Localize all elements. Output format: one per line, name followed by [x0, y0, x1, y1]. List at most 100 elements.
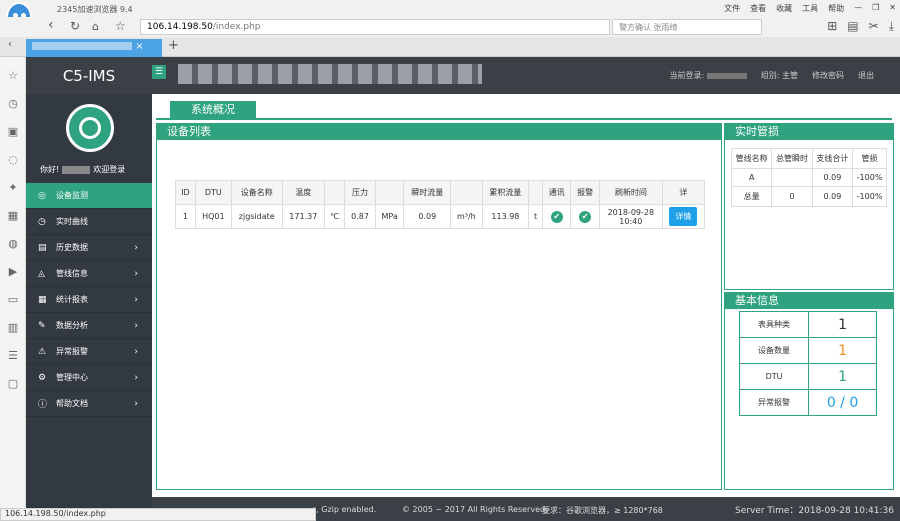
favorites-icon[interactable]: ☆ — [5, 69, 21, 83]
sidebar-item-label: 统计报表 — [56, 295, 88, 304]
download-icon[interactable]: ⤓ — [889, 19, 894, 34]
url-input[interactable]: 106.14.198.50/index.php — [140, 19, 610, 35]
news-icon[interactable]: ▣ — [5, 125, 21, 139]
tab-close-icon[interactable]: × — [135, 41, 143, 52]
chevron-right-icon: › — [134, 242, 138, 253]
notes-icon[interactable]: ☰ — [5, 349, 21, 363]
cell-pressure: 0.87 — [344, 204, 376, 229]
col-header: 报警 — [570, 180, 600, 205]
comm-ok-icon: ✔ — [550, 210, 563, 223]
star-icon[interactable]: ☆ — [115, 19, 126, 33]
tab-overview[interactable]: 系统概况 — [170, 101, 256, 119]
menu-file[interactable]: 文件 — [724, 3, 740, 14]
calendar-icon[interactable]: ▦ — [5, 209, 21, 223]
time-date: 2018-09-28 — [607, 207, 655, 217]
sidebar-item-analysis[interactable]: ✎ 数据分析 › — [26, 313, 152, 339]
info-value: 1 — [808, 337, 877, 364]
cell: 0.09 — [811, 168, 854, 187]
system-title-redacted — [178, 64, 482, 84]
cut-icon[interactable]: ✂ — [869, 19, 879, 34]
chevron-right-icon: › — [134, 268, 138, 279]
menu-view[interactable]: 查看 — [750, 3, 766, 14]
menu-favorites[interactable]: 收藏 — [776, 3, 792, 14]
info-icon: ⓘ — [38, 400, 48, 410]
clock-icon: ◷ — [38, 216, 46, 227]
sidebar-item-device-monitor[interactable]: ◎ 设备监测 — [26, 183, 152, 209]
table-row: DTU 1 — [738, 363, 877, 390]
game-icon[interactable]: ◍ — [5, 237, 21, 251]
video-icon[interactable]: ▶ — [5, 265, 21, 279]
sidebar-item-pipeline[interactable]: ◬ 管线信息 › — [26, 261, 152, 287]
basic-info-table: 表具种类 1 设备数量 1 DTU 1 异常报警 0 / 0 — [738, 311, 877, 416]
history-icon[interactable]: ◷ — [5, 97, 21, 111]
new-tab-icon[interactable]: + — [168, 38, 179, 53]
browser-title: 2345加速浏览器 9.4 — [57, 5, 133, 14]
table-row: 设备数量 1 — [738, 337, 877, 364]
logout-link[interactable]: 退出 — [858, 70, 874, 81]
tv-icon[interactable]: ▭ — [5, 293, 21, 307]
search-input[interactable]: 警方确认 张雨绮 — [612, 19, 762, 35]
gear-icon: ⚙ — [38, 372, 47, 383]
col-header — [374, 180, 405, 205]
detail-button[interactable]: 详情 — [669, 207, 698, 226]
home-icon[interactable]: ⌂ — [92, 20, 99, 33]
cell-pressure-unit: MPa — [374, 204, 405, 229]
sidebar-item-help[interactable]: ⓘ 帮助文档 › — [26, 391, 152, 417]
device-panel: 设备列表 ID DTU 设备名称 温度 压力 瞬时流量 累积流量 通讯 报警 刷… — [156, 123, 722, 490]
sidebar-item-reports[interactable]: ▦ 统计报表 › — [26, 287, 152, 313]
cell-alarm: ✔ — [570, 204, 600, 229]
maximize-icon[interactable]: ❐ — [872, 3, 879, 14]
cell-id: 1 — [175, 204, 196, 229]
alarm-icon: ⚠ — [38, 346, 47, 357]
col-header: DTU — [194, 180, 232, 205]
app-sidebar: 你好! 欢迎登录 ◎ 设备监测 ◷ 实时曲线 ▤ 历史数据 › ◬ 管线信息 › ▦ 统计报表 ›… — [26, 94, 152, 521]
change-password-link[interactable]: 修改密码 — [812, 70, 844, 81]
menu-help[interactable]: 帮助 — [828, 3, 844, 14]
footer-requirement: 要求：谷歌浏览器，≥ 1280*768 — [542, 506, 663, 515]
col-header: 压力 — [344, 180, 376, 205]
sidebar-item-history[interactable]: ▤ 历史数据 › — [26, 235, 152, 261]
col-header: 温度 — [281, 180, 325, 205]
main-content: 系统概况 设备列表 ID DTU 设备名称 温度 压力 瞬时流量 累积流量 通讯… — [152, 94, 900, 521]
col-header: 管线名称 — [730, 148, 773, 169]
analysis-icon: ✎ — [38, 320, 46, 331]
cell-temp: 171.37 — [281, 204, 325, 229]
footer-gzip: s, Gzip enabled. — [312, 505, 377, 514]
role-label: 组别: 主管 — [760, 71, 798, 80]
sidebar-item-label: 设备监测 — [56, 191, 88, 200]
desktop-icon[interactable]: ▢ — [5, 377, 21, 391]
close-icon[interactable]: ✕ — [889, 3, 896, 14]
info-label: 设备数量 — [738, 337, 810, 364]
table-row: 1 HQ01 zjgsidate 171.37 ℃ 0.87 MPa 0.09 … — [175, 204, 706, 229]
reader-icon[interactable]: ▤ — [847, 19, 858, 34]
shop-icon[interactable]: ✦ — [5, 181, 21, 195]
sidebar-item-admin[interactable]: ⚙ 管理中心 › — [26, 365, 152, 391]
cell-dtu: HQ01 — [194, 204, 232, 229]
calculator-icon[interactable]: ▥ — [5, 321, 21, 335]
info-value: 1 — [808, 311, 877, 338]
brand: C5-IMS — [62, 66, 116, 85]
sidebar-item-label: 帮助文档 — [56, 399, 88, 408]
sidebar-item-realtime-curve[interactable]: ◷ 实时曲线 — [26, 209, 152, 235]
grid-icon[interactable]: ⊞ — [827, 19, 837, 34]
report-icon: ▦ — [38, 294, 47, 305]
tab-active[interactable]: × — [26, 39, 162, 57]
sidebar-item-alarm[interactable]: ⚠ 异常报警 › — [26, 339, 152, 365]
chat-icon[interactable]: ◌ — [5, 153, 21, 167]
table-row: A 0.09 -100% — [730, 168, 887, 187]
url-path: /index.php — [212, 22, 261, 32]
table-row: 表具种类 1 — [738, 311, 877, 338]
chevron-right-icon: › — [134, 372, 138, 383]
menu-toggle-icon[interactable]: ☰ — [152, 65, 166, 79]
col-header: ID — [175, 180, 196, 205]
sidebar-item-label: 管线信息 — [56, 269, 88, 278]
refresh-icon[interactable]: ↻ — [70, 19, 80, 33]
table-row: 总量 0 0.09 -100% — [730, 186, 887, 207]
minimize-icon[interactable]: — — [854, 3, 862, 14]
tab-scroll-icon[interactable]: ‹ — [8, 39, 12, 50]
menu-tools[interactable]: 工具 — [802, 3, 818, 14]
col-header — [450, 180, 483, 205]
sidebar-menu: ◎ 设备监测 ◷ 实时曲线 ▤ 历史数据 › ◬ 管线信息 › ▦ 统计报表 › ✎ 数据分析 › … — [26, 183, 152, 417]
back-icon[interactable]: ‹ — [48, 17, 54, 33]
col-header: 瞬时流量 — [403, 180, 452, 205]
